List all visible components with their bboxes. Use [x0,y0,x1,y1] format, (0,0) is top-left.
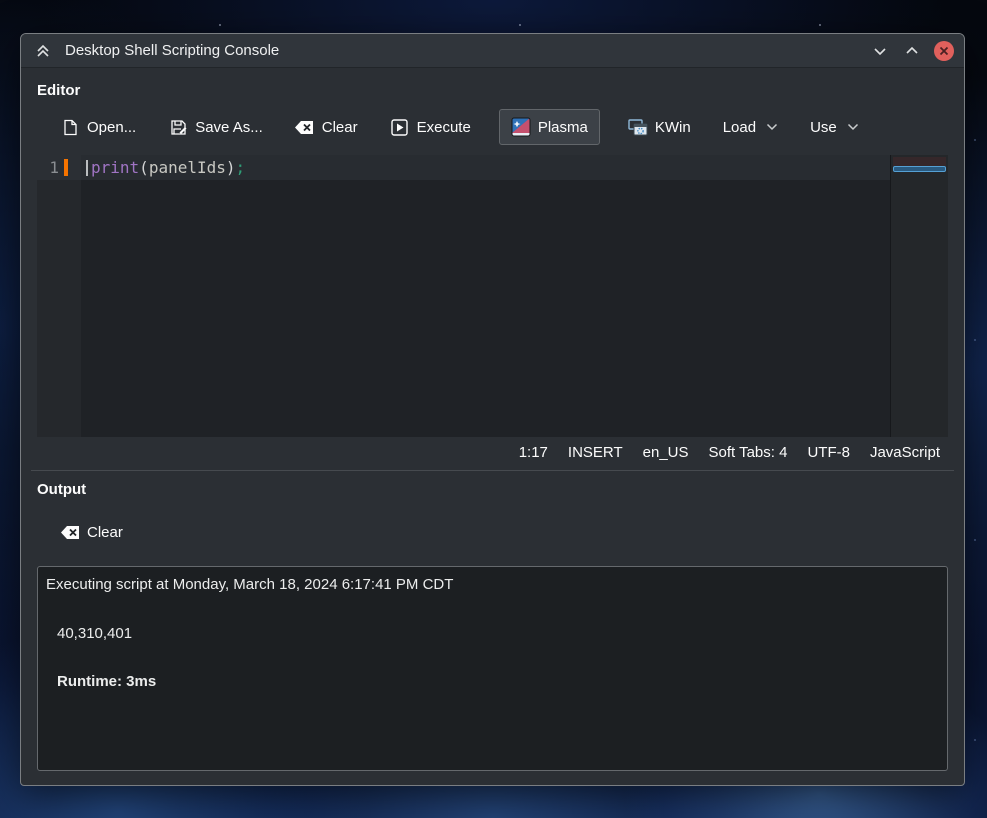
editor-statusbar: 1:17 INSERT en_US Soft Tabs: 4 UTF-8 Jav… [37,437,948,467]
chevron-down-icon [847,123,859,131]
editor-heading: Editor [37,82,948,99]
open-button[interactable]: Open... [53,111,143,143]
output-clear-button[interactable]: Clear [53,516,130,548]
use-dropdown[interactable]: Use [803,113,866,142]
code-token: print [91,158,139,177]
code-text-area[interactable]: print(panelIds); [81,155,890,437]
code-token: panelIds [149,158,226,177]
backspace-clear-icon [295,117,315,137]
output-exec-timestamp: Executing script at Monday, March 18, 20… [46,576,941,593]
code-token: ; [236,158,246,177]
minimap-view-indicator[interactable] [893,166,946,172]
encoding-status[interactable]: UTF-8 [807,444,850,461]
open-button-label: Open... [87,119,136,136]
output-toolbar: Clear [53,516,948,548]
output-console[interactable]: Executing script at Monday, March 18, 20… [37,566,948,771]
save-floppy-icon [168,117,188,137]
editor-clear-button[interactable]: Clear [288,111,365,143]
open-document-icon [60,117,80,137]
save-as-button-label: Save As... [195,119,263,136]
kwin-toggle-button[interactable]: KWin [621,111,698,143]
scrollbar-minimap[interactable] [890,155,948,437]
code-token: ) [226,158,236,177]
window-content: Editor Open... [21,68,964,785]
kwin-windows-icon [628,117,648,137]
editor-clear-button-label: Clear [322,119,358,136]
save-as-button[interactable]: Save As... [161,111,270,143]
execute-button-label: Execute [417,119,471,136]
output-clear-button-label: Clear [87,524,123,541]
line-number: 1 [37,155,59,180]
tab-width-status[interactable]: Soft Tabs: 4 [709,444,788,461]
code-line-1: print(panelIds); [81,155,890,180]
output-result-value: 40,310,401 [57,625,941,642]
execute-button[interactable]: Execute [383,111,478,143]
backspace-clear-icon [60,522,80,542]
plasma-toggle-button[interactable]: Plasma [499,109,600,145]
load-dropdown-label: Load [723,119,756,136]
output-heading: Output [37,481,948,498]
load-dropdown[interactable]: Load [716,113,785,142]
maximize-button[interactable] [902,41,922,61]
titlebar[interactable]: Desktop Shell Scripting Console [21,34,964,68]
line-number-gutter: 1 [37,155,81,437]
kwin-button-label: KWin [655,119,691,136]
dictionary-status[interactable]: en_US [643,444,689,461]
close-button[interactable] [934,41,954,61]
chevron-down-icon [766,123,778,131]
plasma-button-label: Plasma [538,119,588,136]
output-runtime: Runtime: 3ms [57,673,941,690]
window-title: Desktop Shell Scripting Console [65,42,858,59]
use-dropdown-label: Use [810,119,837,136]
syntax-mode-status[interactable]: JavaScript [870,444,940,461]
cursor-position-status[interactable]: 1:17 [519,444,548,461]
code-token: ( [139,158,149,177]
modified-line-marker [64,159,68,176]
execute-play-icon [390,117,410,137]
minimize-button[interactable] [870,41,890,61]
editor-toolbar: Open... Save As... [53,107,948,147]
plasma-logo-icon [511,117,531,137]
input-mode-status[interactable]: INSERT [568,444,623,461]
code-editor[interactable]: 1 print(panelIds); [37,155,948,437]
minimap-document-strip [893,157,946,166]
scripting-console-window: Desktop Shell Scripting Console Editor [20,33,965,786]
section-separator [31,470,954,471]
text-cursor [86,160,88,176]
keep-above-icon [33,41,53,61]
